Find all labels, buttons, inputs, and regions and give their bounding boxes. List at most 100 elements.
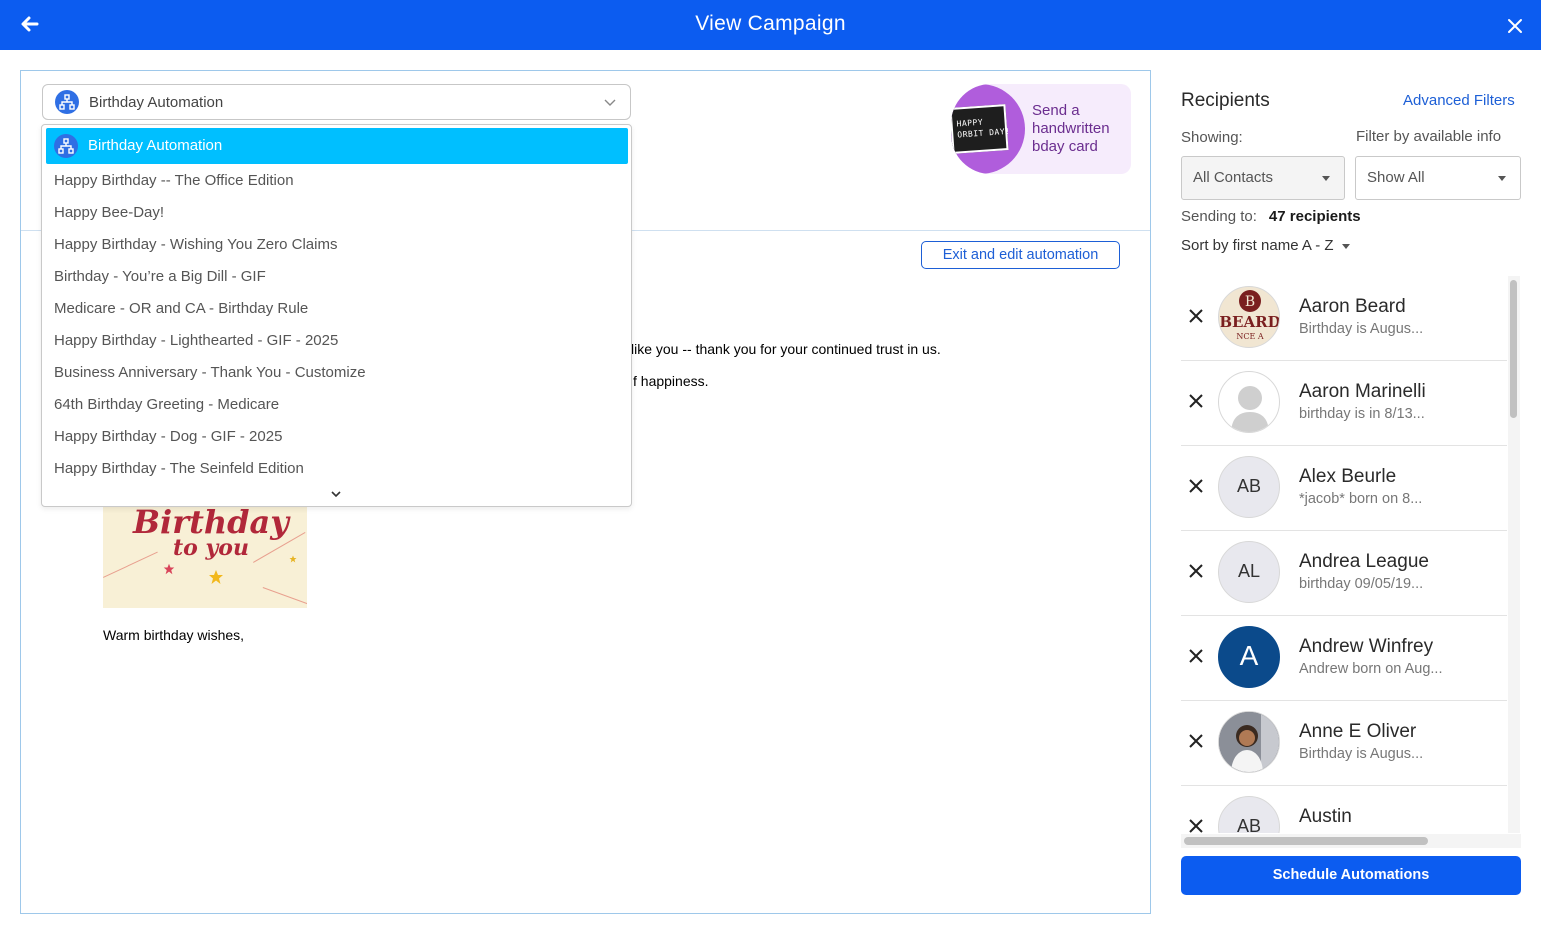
sending-label: Sending to:	[1181, 208, 1257, 225]
recipient-detail: Birthday is Augus...	[1299, 746, 1424, 762]
email-closing: Warm birthday wishes,	[103, 627, 245, 643]
recipient-row: A Andrew Winfrey Andrew born on Aug...	[1181, 616, 1507, 701]
exit-edit-automation-button[interactable]: Exit and edit automation	[921, 241, 1120, 269]
avatar-photo	[1218, 711, 1280, 773]
recipient-count: 47 recipients	[1268, 208, 1361, 225]
avatar-initials-text: A	[1239, 640, 1259, 671]
caret-down-icon	[1498, 176, 1506, 181]
page-title: View Campaign	[695, 12, 846, 35]
remove-icon[interactable]	[1188, 733, 1204, 749]
advanced-filters-link[interactable]: Advanced Filters	[1403, 92, 1515, 109]
avatar-placeholder	[1218, 371, 1280, 433]
star-icon	[209, 570, 223, 584]
beard-logo: B BEARD NCE A	[1219, 290, 1280, 341]
campaign-select-value: Birthday Automation	[89, 94, 224, 111]
email-body-line-2: f happiness.	[633, 373, 709, 389]
showing-select[interactable]: All Contacts	[1181, 156, 1345, 200]
caret-down-icon	[1322, 176, 1330, 181]
recipient-name: Aaron Marinelli	[1299, 381, 1426, 402]
scrollbar-thumb[interactable]	[1510, 280, 1517, 418]
showing-label: Showing:	[1181, 129, 1243, 146]
remove-icon[interactable]	[1188, 308, 1204, 324]
remove-icon[interactable]	[1188, 478, 1204, 494]
avatar: B BEARD NCE A	[1218, 286, 1280, 348]
dropdown-option[interactable]: Happy Bee-Day!	[54, 204, 164, 228]
campaign-select[interactable]: Birthday Automation	[42, 84, 631, 120]
image-ray	[103, 551, 158, 578]
remove-icon[interactable]	[1188, 563, 1204, 579]
automation-icon	[55, 90, 79, 114]
card-thumbnail-text: HAPPY ORBIT DAY!	[956, 117, 1011, 140]
horizontal-scrollbar[interactable]	[1181, 834, 1521, 848]
sending-to: Sending to: 47 recipients	[1181, 208, 1361, 225]
recipient-detail: *jacob* born on 8...	[1299, 491, 1423, 507]
dropdown-option[interactable]: Medicare - OR and CA - Birthday Rule	[54, 300, 308, 324]
vertical-scrollbar[interactable]	[1508, 276, 1520, 833]
filter-label: Filter by available info	[1356, 128, 1502, 145]
card-thumbnail: HAPPY ORBIT DAY!	[951, 104, 1011, 154]
svg-text:NCE A: NCE A	[1236, 332, 1264, 341]
chevron-down-icon[interactable]	[329, 489, 343, 499]
recipient-detail: Birthday is Augus...	[1299, 321, 1424, 337]
remove-icon[interactable]	[1188, 393, 1204, 409]
recipients-title: Recipients	[1181, 90, 1270, 111]
recipient-name: Anne E Oliver	[1299, 721, 1417, 742]
avatar-initials: A	[1218, 626, 1280, 688]
recipient-name: Alex Beurle	[1299, 466, 1397, 487]
recipient-row: AB Austin	[1181, 786, 1507, 833]
recipient-row: Aaron Marinelli birthday is in 8/13...	[1181, 361, 1507, 446]
person-icon	[1231, 386, 1269, 432]
dropdown-option[interactable]: Happy Birthday - Dog - GIF - 2025	[54, 428, 282, 452]
chevron-down-icon	[604, 99, 616, 106]
sort-label: Sort by first name A - Z	[1181, 237, 1334, 254]
campaign-dropdown-menu: Birthday Automation Happy Birthday -- Th…	[41, 124, 632, 507]
dropdown-option[interactable]: Happy Birthday - The Seinfeld Edition	[54, 460, 304, 484]
avatar-initials: AB	[1218, 796, 1280, 833]
showing-select-value: All Contacts	[1193, 169, 1274, 186]
dropdown-option[interactable]: 64th Birthday Greeting - Medicare	[54, 396, 279, 420]
dropdown-option[interactable]: Business Anniversary - Thank You - Custo…	[54, 364, 366, 388]
birthday-image: Birthday to you	[103, 507, 307, 608]
schedule-automations-button[interactable]: Schedule Automations	[1181, 856, 1521, 895]
avatar-initials: AB	[1218, 456, 1280, 518]
handwritten-card-promo[interactable]: HAPPY ORBIT DAY! Send a handwritten bday…	[951, 84, 1131, 174]
recipient-name: Aaron Beard	[1299, 296, 1406, 317]
recipient-detail: Andrew born on Aug...	[1299, 661, 1443, 677]
avatar-initials-text: AB	[1236, 816, 1261, 833]
email-body-line-1: like you -- thank you for your continued…	[631, 341, 941, 357]
star-icon	[289, 555, 297, 563]
sort-dropdown[interactable]: Sort by first name A - Z	[1181, 237, 1350, 254]
filter-select-value: Show All	[1367, 169, 1425, 186]
close-icon[interactable]	[1507, 18, 1523, 34]
recipient-name: Austin	[1299, 806, 1352, 827]
promo-text: Send a handwritten bday card	[1032, 102, 1110, 155]
dropdown-option-selected[interactable]: Birthday Automation	[46, 128, 628, 164]
avatar-initials-text: AL	[1237, 561, 1261, 581]
avatar-initials-text: AB	[1236, 476, 1261, 496]
svg-text:BEARD: BEARD	[1219, 313, 1280, 331]
recipient-row: B BEARD NCE A Aaron Beard Birthday is Au…	[1181, 276, 1507, 361]
remove-icon[interactable]	[1188, 648, 1204, 664]
caret-down-icon	[1341, 243, 1350, 249]
remove-icon[interactable]	[1188, 818, 1204, 833]
recipient-list-viewport: B BEARD NCE A Aaron Beard Birthday is Au…	[1181, 276, 1507, 833]
dropdown-option-label: Birthday Automation	[88, 137, 223, 154]
scrollbar-thumb[interactable]	[1184, 837, 1428, 845]
filter-select[interactable]: Show All	[1355, 156, 1521, 200]
avatar-initials: AL	[1218, 541, 1280, 603]
person-photo	[1219, 712, 1279, 772]
recipient-name: Andrea League	[1299, 551, 1429, 572]
star-icon	[163, 563, 175, 575]
dropdown-option[interactable]: Birthday - You’re a Big Dill - GIF	[54, 268, 266, 292]
image-ray	[262, 587, 307, 606]
recipient-row: Anne E Oliver Birthday is Augus...	[1181, 701, 1507, 786]
automation-icon	[54, 134, 78, 158]
recipient-detail: birthday is in 8/13...	[1299, 406, 1425, 422]
dropdown-option[interactable]: Happy Birthday -- The Office Edition	[54, 172, 294, 196]
dropdown-option[interactable]: Happy Birthday - Wishing You Zero Claims	[54, 236, 337, 260]
image-text-to-you: to you	[173, 535, 249, 561]
recipient-name: Andrew Winfrey	[1299, 636, 1434, 657]
svg-text:B: B	[1245, 294, 1255, 310]
recipient-detail: birthday 09/05/19...	[1299, 576, 1424, 592]
dropdown-option[interactable]: Happy Birthday - Lighthearted - GIF - 20…	[54, 332, 338, 356]
